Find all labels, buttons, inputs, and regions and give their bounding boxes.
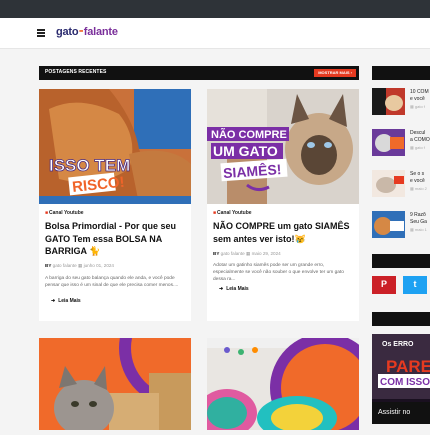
sidebar-title-line2: e você — [410, 96, 425, 102]
sidebar-post-title[interactable]: Descul a COMO — [410, 130, 430, 144]
recent-posts-header: POSTAGENS RECENTES MOSTRAR MAIS › — [39, 66, 359, 80]
calendar-icon: ▦ — [245, 251, 251, 256]
post-card[interactable] — [197, 333, 380, 435]
sidebar-post-meta: ▦ gato f — [410, 104, 425, 109]
site-logo[interactable]: gato⁃falante — [56, 25, 118, 38]
show-more-button[interactable]: MOSTRAR MAIS › — [314, 69, 356, 77]
read-more-link[interactable]: ➜ Leia Mais — [219, 286, 249, 292]
colorful-tunnel-image — [197, 333, 380, 435]
read-more-link[interactable]: ➜ Leia Mais — [51, 298, 81, 304]
sidebar-post-item[interactable]: 10 COM e você ▦ gato f — [372, 88, 430, 118]
sidebar-post-item[interactable]: 9 Razõ Seu Ga ▦ maio 1 — [372, 211, 430, 241]
pinterest-button[interactable]: P — [372, 276, 396, 294]
orange-cat-image: ISSO TEM RISCO! — [39, 89, 191, 204]
thumbnail-image — [372, 211, 405, 238]
svg-text:Os ERRO: Os ERRO — [382, 341, 414, 348]
logo-text-part1: gato — [56, 26, 79, 38]
sidebar-post-thumbnail[interactable] — [372, 129, 405, 156]
thumbnail-image — [372, 129, 405, 156]
post-meta: BY gato falante ▦ junho 01, 2024 — [45, 263, 114, 269]
sidebar-meta-text: maio 2 — [414, 186, 427, 191]
category-text: Canal Youtube — [49, 210, 84, 216]
video-thumbnail: Os ERRO PARE COM ISSO Assistir no — [372, 334, 430, 424]
svg-text:ISSO TEM: ISSO TEM — [49, 156, 130, 175]
post-category[interactable]: ■Canal Youtube — [45, 210, 84, 216]
sidebar-post-title[interactable]: 10 COM e você — [410, 89, 430, 103]
calendar-icon: ▦ — [77, 263, 83, 268]
sidebar-post-thumbnail[interactable] — [372, 88, 405, 115]
sidebar-title-line1: 9 Razõ — [410, 212, 426, 218]
post-meta: BY gato falante ▦ maio 29, 2024 — [213, 251, 281, 257]
sidebar-post-thumbnail[interactable] — [372, 211, 405, 238]
author-prefix: BY — [45, 263, 52, 268]
pinterest-icon: P — [380, 279, 387, 289]
sidebar-title-line2: Seu Ga — [410, 219, 427, 225]
svg-text:NÃO COMPRE: NÃO COMPRE — [211, 128, 287, 141]
post-excerpt: Adotar um gatinho siamês pode ser um gra… — [213, 263, 344, 283]
post-excerpt: A barriga do seu gato balança quando ele… — [45, 276, 179, 289]
svg-text:UM GATO: UM GATO — [213, 143, 278, 159]
thumbnail-image — [372, 170, 405, 197]
site-header: gato⁃falante — [0, 18, 430, 49]
read-more-label: Leia Mais — [58, 298, 81, 304]
post-date: maio 29, 2024 — [251, 251, 281, 256]
sidebar-title-line2: e você — [410, 178, 425, 184]
arrow-right-icon: ➜ — [219, 286, 224, 292]
sidebar-title-line1: 10 COM — [410, 89, 429, 95]
twitter-button[interactable]: t — [403, 276, 427, 294]
sidebar-post-title[interactable]: 9 Razõ Seu Ga — [410, 212, 430, 226]
sidebar-post-meta: ▦ maio 2 — [410, 186, 427, 191]
post-title[interactable]: Bolsa Primordial - Por que seu GATO Tem … — [45, 220, 187, 258]
sidebar-video-header — [372, 312, 430, 326]
sidebar-post-meta: ▦ gato f — [410, 145, 425, 150]
svg-text:Assistir no: Assistir no — [378, 409, 410, 416]
svg-text:PARE: PARE — [386, 357, 430, 376]
thumbnail-image — [372, 88, 405, 115]
author-prefix: BY — [213, 251, 220, 256]
post-title[interactable]: NÃO COMPRE um gato SIAMÊS sem antes ver … — [213, 220, 355, 245]
post-date: junho 01, 2024 — [83, 263, 114, 268]
category-marker-icon: ■ — [213, 210, 217, 216]
category-marker-icon: ■ — [45, 210, 49, 216]
category-text: Canal Youtube — [217, 210, 252, 216]
browser-top-bar — [0, 0, 430, 18]
twitter-icon: t — [413, 279, 417, 289]
post-thumbnail[interactable]: ISSO TEM RISCO! — [39, 89, 191, 204]
post-author[interactable]: gato falante — [53, 263, 77, 268]
sidebar-post-thumbnail[interactable] — [372, 170, 405, 197]
sidebar-title-line1: Descul — [410, 130, 426, 136]
post-card[interactable] — [39, 288, 239, 435]
post-author[interactable]: gato falante — [221, 251, 245, 256]
sidebar-post-item[interactable]: Descul a COMO ▦ gato f — [372, 129, 430, 159]
post-category[interactable]: ■Canal Youtube — [213, 210, 252, 216]
arrow-right-icon: ➜ — [51, 298, 56, 304]
sidebar-section-header — [372, 66, 430, 80]
svg-text:COM ISSO: COM ISSO — [380, 377, 430, 388]
sidebar-title-line1: Se o s — [410, 171, 425, 177]
sidebar-post-item[interactable]: Se o se você ▦ maio 2 — [372, 170, 430, 200]
siamese-cat-image: NÃO COMPRE UM GATO SIAMÊS! — [207, 89, 359, 204]
read-more-label: Leia Mais — [226, 286, 249, 292]
section-title: POSTAGENS RECENTES — [45, 69, 107, 75]
post-card[interactable]: ISSO TEM RISCO! ■Canal Youtube Bolsa Pri… — [39, 89, 191, 321]
logo-text-part2: falante — [83, 26, 118, 38]
sidebar-title-line2: a COMO — [410, 137, 430, 143]
sidebar-post-title[interactable]: Se o se você — [410, 171, 430, 185]
youtube-video-embed[interactable]: Os ERRO PARE COM ISSO Assistir no — [372, 334, 430, 424]
sidebar-meta-text: maio 1 — [414, 227, 427, 232]
cat-with-box-image — [39, 288, 239, 435]
sidebar-meta-text: gato f — [414, 145, 425, 150]
hamburger-menu-icon[interactable] — [37, 29, 45, 37]
sidebar-follow-header — [372, 254, 430, 268]
sidebar-meta-text: gato f — [414, 104, 425, 109]
sidebar-post-meta: ▦ maio 1 — [410, 227, 427, 232]
post-thumbnail[interactable]: NÃO COMPRE UM GATO SIAMÊS! — [207, 89, 359, 204]
post-card[interactable]: NÃO COMPRE UM GATO SIAMÊS! ■Canal Youtub… — [207, 89, 359, 321]
